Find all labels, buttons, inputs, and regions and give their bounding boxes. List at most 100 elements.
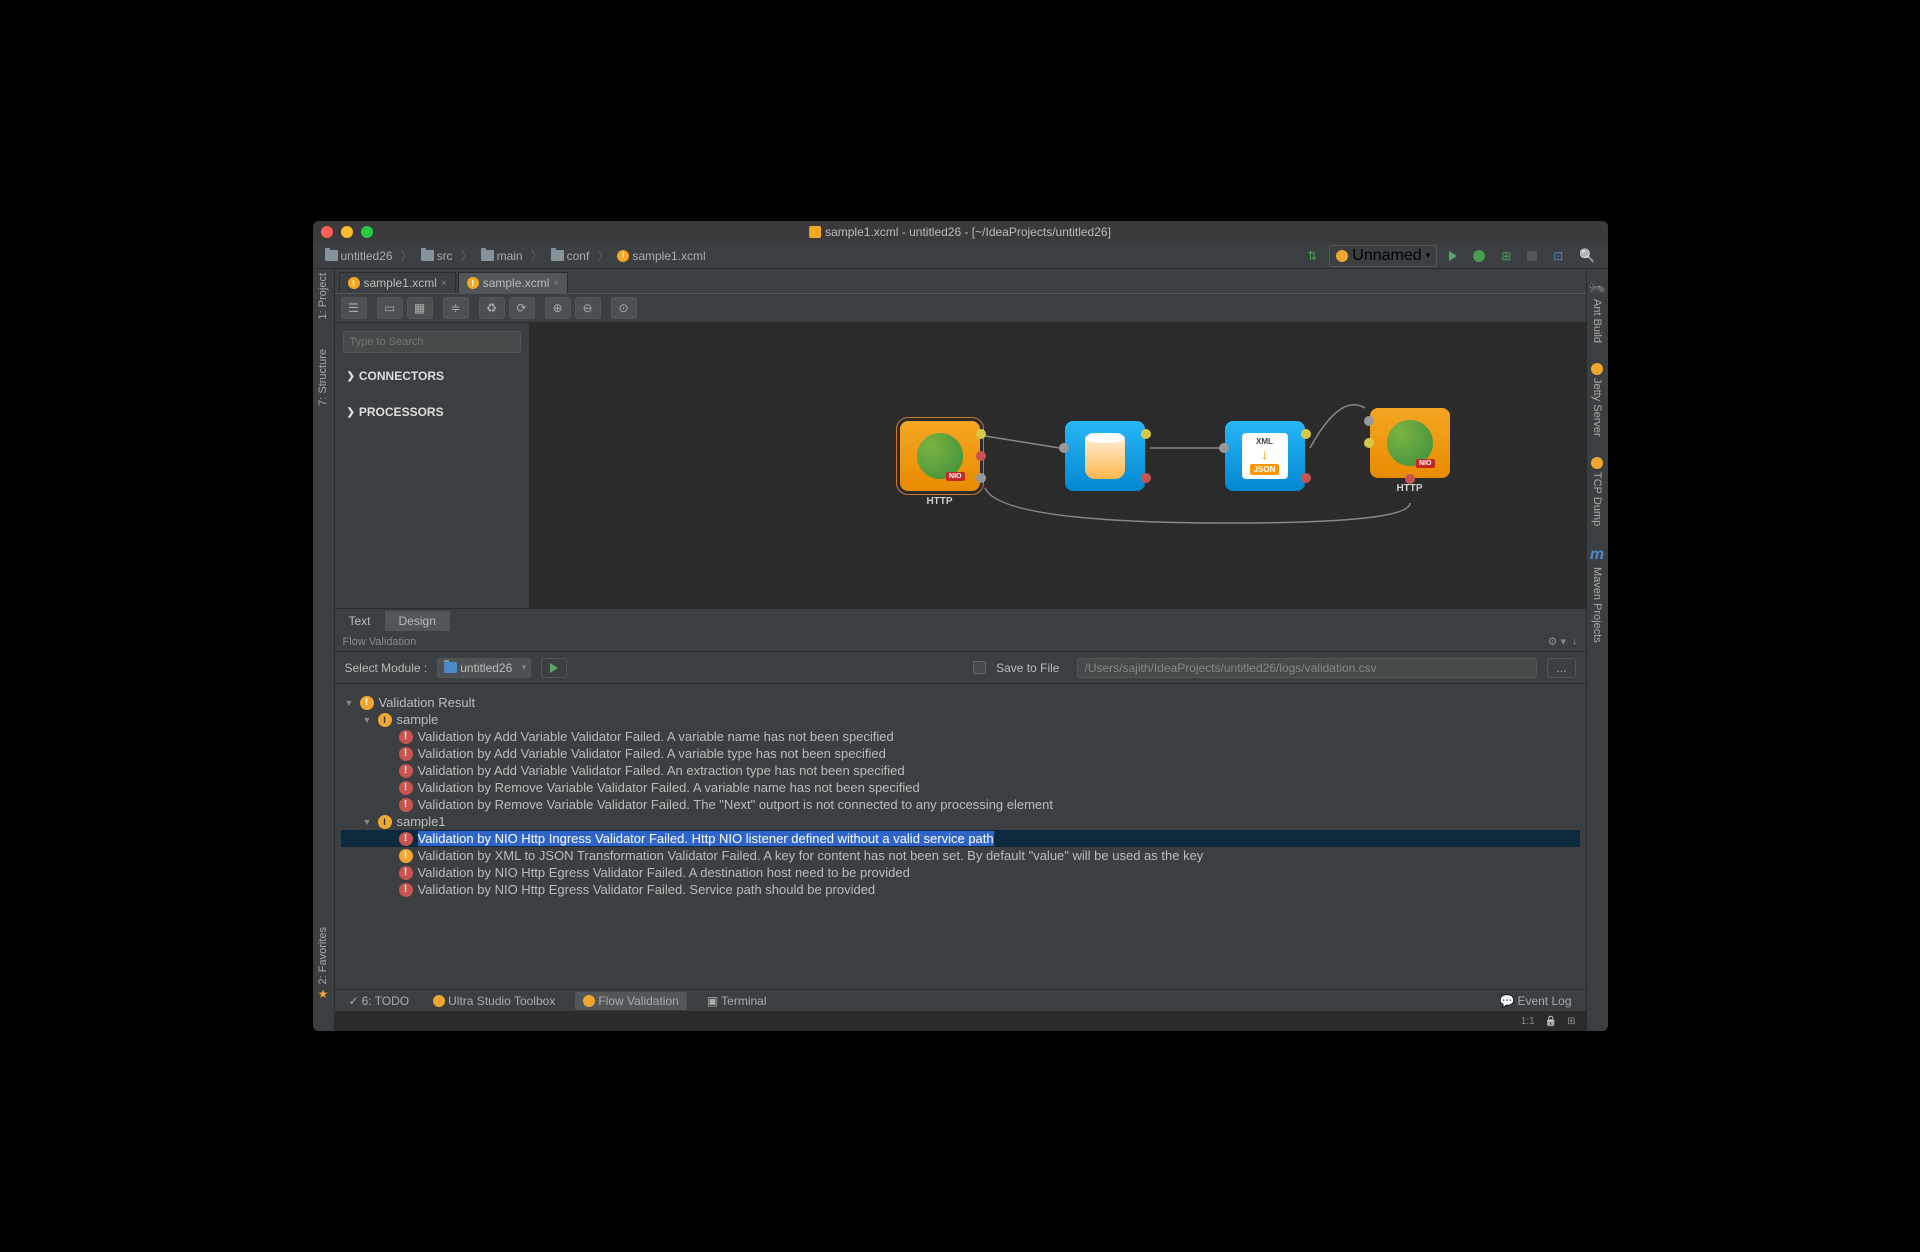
minimize-window-icon[interactable] — [341, 226, 353, 238]
run-button[interactable] — [1445, 249, 1461, 263]
in-port[interactable] — [1059, 443, 1069, 453]
navigation-bar: untitled26〉 src〉 main〉 conf〉 Isample1.xc… — [313, 243, 1608, 269]
module-dropdown[interactable]: untitled26 — [437, 658, 531, 678]
menu-button[interactable]: ☰ — [341, 297, 367, 319]
file-path-input[interactable] — [1077, 658, 1537, 678]
validation-item[interactable]: !Validation by Add Variable Validator Fa… — [341, 745, 1580, 762]
close-tab-icon[interactable]: × — [441, 278, 447, 289]
close-window-icon[interactable] — [321, 226, 333, 238]
validation-item[interactable]: !Validation by Add Variable Validator Fa… — [341, 762, 1580, 779]
zoom-out-button[interactable]: ⊖ — [575, 297, 601, 319]
crumb-conf[interactable]: conf — [547, 248, 594, 264]
validation-item[interactable]: !Validation by NIO Http Egress Validator… — [341, 881, 1580, 898]
panel-header: Flow Validation ⚙ ▾ ↓ — [335, 632, 1586, 652]
toolbox-button[interactable]: Ultra Studio Toolbox — [429, 992, 559, 1010]
processors-section[interactable]: ❯PROCESSORS — [343, 399, 521, 425]
error-icon: ! — [399, 832, 413, 846]
ant-build-button[interactable]: 🐜Ant Build — [1588, 279, 1605, 343]
gear-icon[interactable]: ⚙ ▾ — [1548, 635, 1566, 648]
lock-icon — [1545, 1016, 1557, 1027]
project-tool-button[interactable]: 1: Project — [317, 273, 329, 319]
sync-button[interactable]: ⇅ — [1303, 247, 1321, 265]
folder-icon — [481, 250, 494, 261]
save-to-file-checkbox[interactable] — [973, 661, 986, 674]
palette-search-input[interactable] — [343, 331, 521, 353]
close-tab-icon[interactable]: × — [553, 278, 559, 289]
layout-button[interactable]: ⊡ — [1549, 247, 1567, 265]
breadcrumb: untitled26〉 src〉 main〉 conf〉 Isample1.xc… — [321, 247, 710, 264]
crumb-main[interactable]: main — [477, 248, 527, 264]
error-port[interactable] — [1141, 473, 1151, 483]
structure-tool-button[interactable]: 7: Structure — [317, 349, 329, 406]
in-port[interactable] — [1219, 443, 1229, 453]
result-group[interactable]: ▼Isample1 — [341, 813, 1580, 830]
maximize-window-icon[interactable] — [361, 226, 373, 238]
error-port[interactable] — [976, 451, 986, 461]
event-log-button[interactable]: 💬 Event Log — [1496, 992, 1576, 1010]
xml-json-node[interactable]: XML↓JSON — [1225, 421, 1305, 491]
validate-button[interactable] — [541, 658, 567, 678]
results-root[interactable]: ▼!Validation Result — [341, 694, 1580, 711]
connectors-section[interactable]: ❯CONNECTORS — [343, 363, 521, 389]
validation-item[interactable]: !Validation by NIO Http Ingress Validato… — [341, 830, 1580, 847]
run-config-dropdown[interactable]: Unnamed ▾ — [1329, 245, 1437, 267]
http-ingress-node[interactable]: HTTP — [900, 421, 980, 491]
out-port[interactable] — [1301, 429, 1311, 439]
result-group[interactable]: ▼Isample — [341, 711, 1580, 728]
search-button[interactable] — [1575, 246, 1599, 266]
flow-validation-button[interactable]: Flow Validation — [575, 992, 686, 1010]
database-node[interactable] — [1065, 421, 1145, 491]
debug-button[interactable] — [1469, 248, 1489, 264]
tcp-icon — [1591, 457, 1603, 469]
settings-icon[interactable]: ⊞ — [1567, 1016, 1575, 1027]
terminal-button[interactable]: ▣ Terminal — [703, 992, 771, 1010]
view-single-button[interactable]: ▭ — [377, 297, 403, 319]
expand-icon[interactable]: ▼ — [363, 715, 373, 725]
stop-button[interactable] — [1523, 249, 1541, 263]
zoom-fit-button[interactable]: ⊙ — [611, 297, 637, 319]
out-port[interactable] — [976, 429, 986, 439]
bug-icon — [1473, 250, 1485, 262]
error-port[interactable] — [1405, 474, 1415, 484]
out-port[interactable] — [1364, 438, 1374, 448]
todo-tool-button[interactable]: ✓ 6: TODO — [345, 992, 414, 1010]
validation-item[interactable]: !Validation by XML to JSON Transformatio… — [341, 847, 1580, 864]
design-tab[interactable]: Design — [385, 611, 450, 631]
folder-icon — [551, 250, 564, 261]
tab-sample1[interactable]: Isample1.xcml× — [339, 272, 456, 293]
flow-canvas[interactable]: HTTP XML↓JSON — [530, 323, 1586, 608]
view-grid-button[interactable]: ▦ — [407, 297, 433, 319]
error-icon: ! — [399, 730, 413, 744]
zoom-in-button[interactable]: ⊕ — [545, 297, 571, 319]
validation-item[interactable]: !Validation by NIO Http Egress Validator… — [341, 864, 1580, 881]
favorites-tool-button[interactable]: 2: Favorites★ — [317, 927, 329, 1001]
validation-item[interactable]: !Validation by Add Variable Validator Fa… — [341, 728, 1580, 745]
validation-item[interactable]: !Validation by Remove Variable Validator… — [341, 779, 1580, 796]
tab-sample[interactable]: Isample.xcml× — [458, 272, 569, 293]
warning-icon: ! — [360, 696, 374, 710]
coverage-button[interactable]: ⊞ — [1497, 247, 1515, 265]
jetty-server-button[interactable]: Jetty Server — [1591, 363, 1603, 437]
expand-icon[interactable]: ▼ — [363, 817, 373, 827]
maven-projects-button[interactable]: mMaven Projects — [1590, 546, 1604, 643]
play-icon — [1449, 251, 1457, 261]
in-port[interactable] — [1364, 416, 1374, 426]
xcml-file-icon: I — [467, 277, 479, 289]
crumb-project[interactable]: untitled26 — [321, 248, 397, 264]
xcml-file-icon: I — [617, 250, 629, 262]
align-button[interactable]: ≑ — [443, 297, 469, 319]
in-port[interactable] — [976, 473, 986, 483]
error-port[interactable] — [1301, 473, 1311, 483]
expand-icon[interactable]: ▼ — [345, 698, 355, 708]
crumb-src[interactable]: src — [417, 248, 457, 264]
recycle-button[interactable]: ♻ — [479, 297, 505, 319]
tcp-dump-button[interactable]: TCP Dump — [1591, 457, 1603, 526]
minimize-panel-icon[interactable]: ↓ — [1572, 635, 1578, 648]
browse-button[interactable]: ... — [1547, 658, 1575, 678]
validation-item[interactable]: !Validation by Remove Variable Validator… — [341, 796, 1580, 813]
crumb-file[interactable]: Isample1.xcml — [613, 248, 709, 264]
http-egress-node[interactable]: HTTP — [1370, 408, 1450, 478]
refresh-button[interactable]: ⟳ — [509, 297, 535, 319]
out-port[interactable] — [1141, 429, 1151, 439]
text-tab[interactable]: Text — [335, 611, 385, 631]
